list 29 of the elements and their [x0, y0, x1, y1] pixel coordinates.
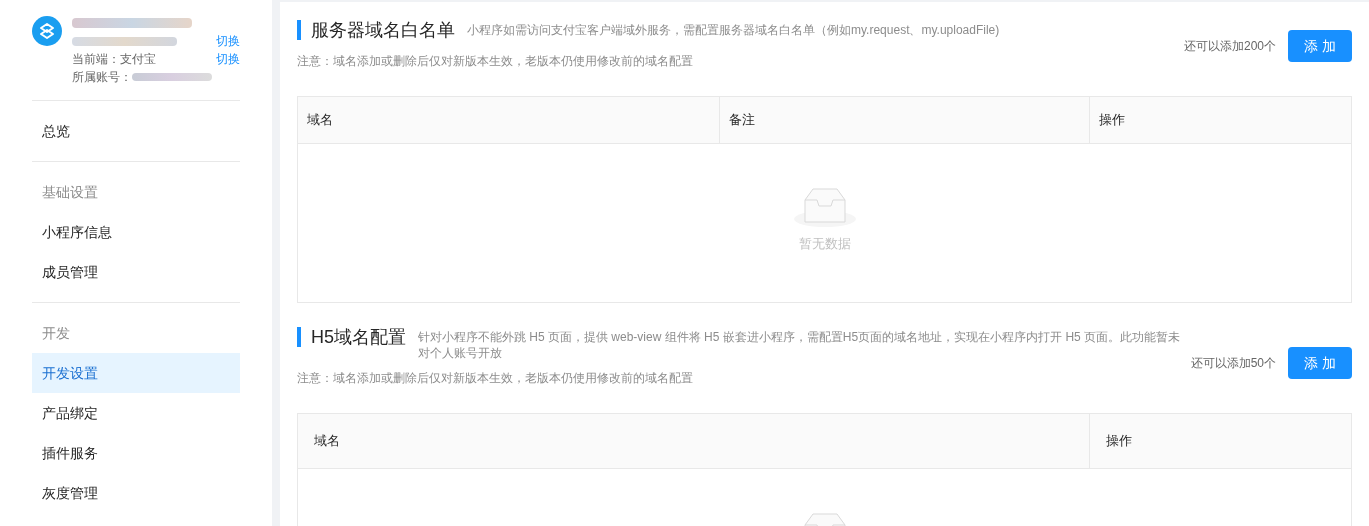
- column-header: 域名: [298, 414, 1090, 468]
- section-title: H5域名配置: [311, 326, 406, 349]
- quota-text: 还可以添加200个: [1183, 38, 1276, 55]
- empty-text: 暂无数据: [798, 235, 851, 253]
- quota-text: 还可以添加50个: [1190, 355, 1276, 372]
- section-title: 服务器域名白名单: [311, 19, 455, 42]
- section-description: 针对小程序不能外跳 H5 页面，提供 web-view 组件将 H5 嵌套进小程序，需配置H5页面的域名地址，实现在小程序内打开 H5 页面。此功能暂未对个人账号开放: [418, 329, 1181, 361]
- section-note: 注意：域名添加或删除后仅对新版本生效，老版本仍使用修改前的域名配置: [297, 53, 694, 70]
- section-note: 注意：域名添加或删除后仅对新版本生效，老版本仍使用修改前的域名配置: [297, 370, 694, 387]
- section-description: 小程序如需访问支付宝客户端域外服务，需配置服务器域名白名单（例如my.request、my.uploadFile): [467, 22, 1000, 38]
- nav-item[interactable]: 成员管理: [32, 252, 240, 292]
- app-logo-icon: [32, 16, 62, 46]
- nav-item[interactable]: 开发设置: [32, 353, 240, 393]
- nav-group-header: 基础设置: [41, 182, 99, 202]
- column-header: 操作: [1098, 111, 1126, 130]
- nav-group-header: 开发: [41, 323, 71, 343]
- title-accent-bar: [297, 327, 301, 347]
- title-accent-bar: [297, 20, 301, 40]
- nav-item[interactable]: 总览: [32, 111, 240, 151]
- column-header: 操作: [1105, 432, 1133, 451]
- nav-item[interactable]: 灰度管理: [32, 473, 240, 513]
- current-client-label: 当前端：支付宝: [72, 51, 156, 68]
- nav-item[interactable]: 小程序信息: [32, 212, 240, 252]
- column-header: 域名: [298, 97, 720, 143]
- account-label: 所属账号：: [72, 69, 132, 86]
- nav-item[interactable]: 插件服务: [32, 433, 240, 473]
- nav-item[interactable]: 产品绑定: [32, 393, 240, 433]
- empty-box-icon: [792, 186, 857, 228]
- column-header: 备注: [720, 97, 1090, 143]
